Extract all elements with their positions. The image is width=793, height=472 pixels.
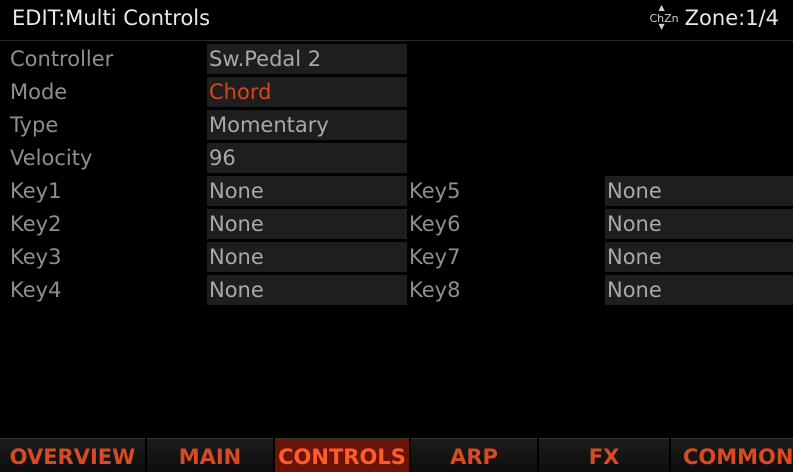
mode-label: Mode — [10, 80, 68, 104]
type-value[interactable]: Momentary — [207, 110, 407, 140]
title-bar: EDIT:Multi Controls ▲ ChZn ▼ Zone:1/4 — [0, 0, 793, 41]
key4-value[interactable]: None — [207, 275, 407, 305]
key5-label: Key5 — [409, 179, 461, 203]
key7-label: Key7 — [409, 245, 461, 269]
zone-label: Zone:1/4 — [684, 6, 779, 30]
key3-label: Key3 — [10, 245, 62, 269]
tab-fx[interactable]: FX — [539, 438, 669, 472]
zone-indicator[interactable]: ▲ ChZn ▼ Zone:1/4 — [649, 3, 779, 31]
tab-main[interactable]: MAIN — [147, 438, 273, 472]
key8-label: Key8 — [409, 278, 461, 302]
tab-common[interactable]: COMMON — [671, 438, 793, 472]
type-label: Type — [10, 113, 59, 137]
key2-value[interactable]: None — [207, 209, 407, 239]
tab-arp[interactable]: ARP — [411, 438, 537, 472]
controller-value[interactable]: Sw.Pedal 2 — [207, 44, 407, 74]
key4-label: Key4 — [10, 278, 62, 302]
arrow-down-icon: ▼ — [658, 22, 665, 31]
controller-label: Controller — [10, 47, 114, 71]
key1-value[interactable]: None — [207, 176, 407, 206]
key7-value[interactable]: None — [605, 242, 793, 272]
velocity-value[interactable]: 96 — [207, 143, 407, 173]
key6-value[interactable]: None — [605, 209, 793, 239]
key1-label: Key1 — [10, 179, 62, 203]
mode-value[interactable]: Chord — [207, 77, 407, 107]
page-title: EDIT:Multi Controls — [12, 6, 211, 30]
tab-overview[interactable]: OVERVIEW — [0, 438, 145, 472]
velocity-label: Velocity — [10, 146, 93, 170]
key6-label: Key6 — [409, 212, 461, 236]
key3-value[interactable]: None — [207, 242, 407, 272]
arrow-up-icon: ▲ — [658, 3, 665, 12]
change-zone-icon: ▲ ChZn ▼ — [649, 3, 679, 31]
tab-bar: OVERVIEW MAIN CONTROLS ARP FX COMMON — [0, 438, 793, 472]
key8-value[interactable]: None — [605, 275, 793, 305]
tab-controls[interactable]: CONTROLS — [275, 438, 409, 472]
key2-label: Key2 — [10, 212, 62, 236]
key5-value[interactable]: None — [605, 176, 793, 206]
